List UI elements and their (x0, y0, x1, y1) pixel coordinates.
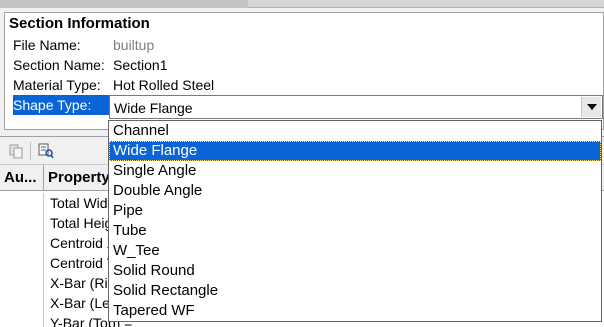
dropdown-option-solid-round[interactable]: Solid Round (109, 261, 601, 281)
material-type-value[interactable]: Hot Rolled Steel (113, 75, 214, 95)
toolbar-separator (30, 142, 31, 160)
auto-cell (0, 313, 44, 327)
chevron-down-icon (586, 104, 597, 110)
dropdown-option-double-angle[interactable]: Double Angle (109, 181, 601, 201)
shape-type-combobox[interactable]: Wide Flange (109, 95, 603, 119)
shape-type-value: Wide Flange (114, 100, 193, 116)
section-name-label: Section Name: (13, 57, 105, 73)
dropdown-option-channel[interactable]: Channel (109, 121, 601, 141)
auto-cell (0, 293, 44, 313)
copy-button[interactable] (6, 141, 26, 161)
material-type-label: Material Type: (13, 77, 101, 93)
top-tab-strip (0, 0, 604, 8)
shape-type-label: Shape Type: (13, 95, 109, 115)
file-name-value: builtup (113, 37, 155, 53)
auto-cell (0, 253, 44, 273)
find-icon (38, 143, 54, 159)
section-name-row[interactable]: Section Name: Section1 (5, 55, 604, 75)
active-tab[interactable] (0, 0, 248, 8)
auto-cell (0, 213, 44, 233)
auto-cell (0, 193, 44, 213)
dropdown-option-tapered-wf[interactable]: Tapered WF (109, 301, 601, 321)
auto-cell (0, 273, 44, 293)
section-name-value[interactable]: Section1 (113, 55, 167, 75)
copy-icon (9, 144, 23, 159)
combo-dropdown-button[interactable] (581, 97, 601, 117)
file-name-row: File Name: builtup (5, 35, 604, 55)
dropdown-option-pipe[interactable]: Pipe (109, 201, 601, 221)
file-name-label: File Name: (13, 37, 81, 53)
section-info-panel: Section Information File Name: builtup S… (4, 12, 604, 130)
material-type-row[interactable]: Material Type: Hot Rolled Steel (5, 75, 604, 95)
dropdown-option-solid-rectangle[interactable]: Solid Rectangle (109, 281, 601, 301)
dropdown-option-single-angle[interactable]: Single Angle (109, 161, 601, 181)
dropdown-option-tube[interactable]: Tube (109, 221, 601, 241)
dropdown-option-wide-flange[interactable]: Wide Flange (109, 141, 601, 161)
shape-type-dropdown-list[interactable]: Channel Wide Flange Single Angle Double … (108, 120, 602, 322)
section-info-header: Section Information (9, 15, 150, 32)
dropdown-option-w-tee[interactable]: W_Tee (109, 241, 601, 261)
find-button[interactable] (36, 141, 56, 161)
auto-cell (0, 233, 44, 253)
auto-column-header[interactable]: Au... (0, 165, 44, 191)
